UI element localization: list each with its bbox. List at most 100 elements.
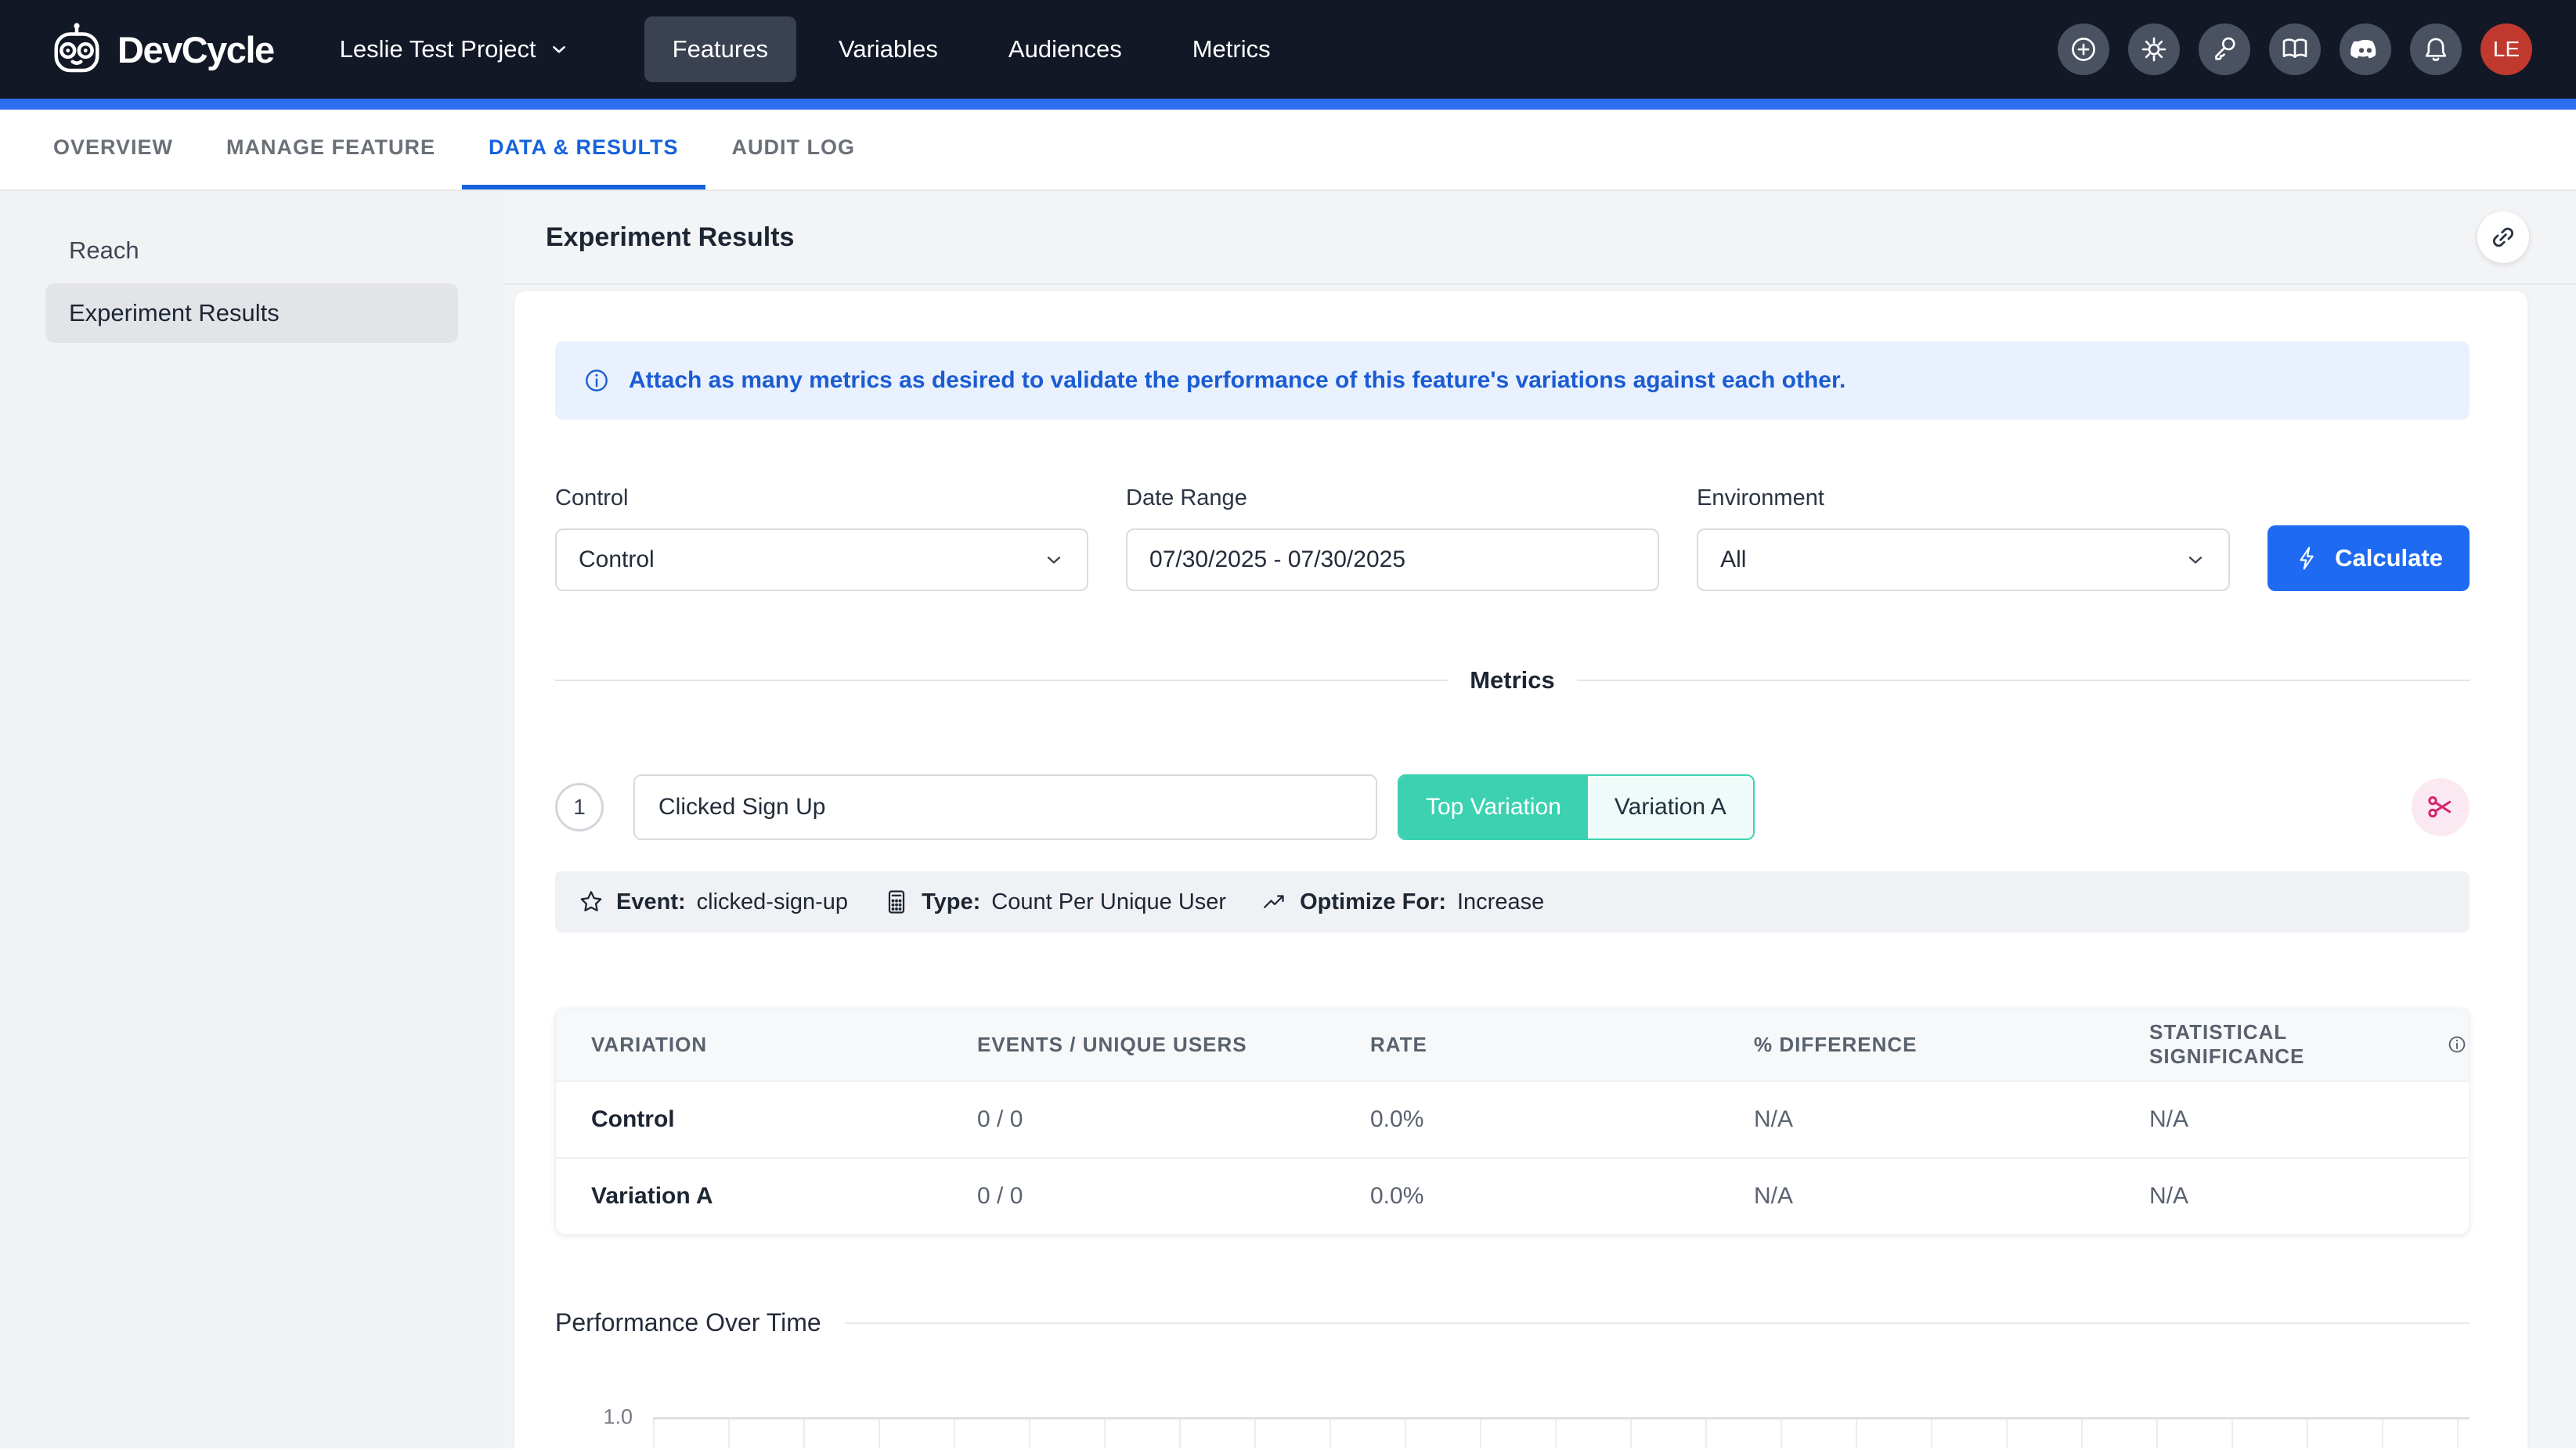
results-sidebar: Reach Experiment Results [0,191,503,1448]
info-banner: Attach as many metrics as desired to val… [555,341,2470,420]
calculate-button-label: Calculate [2335,544,2443,572]
devcycle-robot-icon [49,21,105,78]
col-variation: VARIATION [591,1033,977,1057]
nav-item-variables[interactable]: Variables [810,16,966,82]
tab-audit-log[interactable]: AUDIT LOG [705,110,882,189]
tab-data-results[interactable]: DATA & RESULTS [462,110,705,189]
environment-select-value: All [1720,546,1746,573]
divider-line [845,1322,2470,1324]
project-selector-label: Leslie Test Project [340,35,536,63]
lightning-icon [2294,545,2321,572]
optimize-value: Increase [1457,889,1544,915]
row-variation-name: Variation A [591,1183,977,1210]
table-header-row: VARIATION EVENTS / UNIQUE USERS RATE % D… [556,1008,2469,1080]
table-row: Control 0 / 0 0.0% N/A N/A [556,1080,2469,1157]
type-group: Type: Count Per Unique User [882,888,1226,916]
link-icon [2488,222,2519,253]
docs-button[interactable] [2269,23,2321,75]
toggle-top-variation[interactable]: Top Variation [1399,776,1588,839]
metrics-divider: Metrics [555,666,2470,694]
navbar-actions: LE [2058,23,2532,75]
date-range-input[interactable] [1126,528,1659,591]
row-significance: N/A [2149,1183,2469,1210]
accent-bar [0,99,2576,110]
content-area: Reach Experiment Results Experiment Resu… [0,191,2576,1448]
metrics-divider-label: Metrics [1470,666,1555,694]
api-keys-button[interactable] [2199,23,2250,75]
devcycle-logo[interactable]: DevCycle [49,21,274,78]
variation-toggle: Top Variation Variation A [1398,774,1755,840]
notifications-button[interactable] [2410,23,2462,75]
nav-item-audiences[interactable]: Audiences [980,16,1150,82]
row-events: 0 / 0 [977,1183,1370,1210]
scissors-icon [2425,792,2456,823]
event-value: clicked-sign-up [697,889,848,915]
settings-button[interactable] [2128,23,2180,75]
info-icon[interactable] [2445,1033,2469,1056]
results-table: VARIATION EVENTS / UNIQUE USERS RATE % D… [555,1008,2470,1235]
metric-index-badge: 1 [555,783,604,831]
key-icon [2208,33,2241,66]
nav-item-metrics[interactable]: Metrics [1164,16,1299,82]
date-range-field: Date Range [1126,485,1659,591]
chevron-down-icon [1043,549,1065,571]
metric-detail-bar: Event: clicked-sign-up Type: Count Per U… [555,871,2470,932]
row-rate: 0.0% [1370,1106,1754,1133]
event-label: Event: [616,889,686,915]
control-select[interactable]: Control [555,528,1088,591]
control-field: Control Control [555,485,1088,591]
col-percent-difference: % DIFFERENCE [1754,1033,2149,1057]
row-events: 0 / 0 [977,1106,1370,1133]
calculate-button[interactable]: Calculate [2268,525,2470,591]
table-row: Variation A 0 / 0 0.0% N/A N/A [556,1157,2469,1234]
tab-overview[interactable]: OVERVIEW [27,110,200,189]
discord-icon [2348,32,2383,67]
type-label: Type: [922,889,980,915]
top-navbar: DevCycle Leslie Test Project Features Va… [0,0,2576,99]
row-rate: 0.0% [1370,1183,1754,1210]
avatar[interactable]: LE [2480,23,2532,75]
environment-select[interactable]: All [1697,528,2230,591]
gear-icon [2138,33,2170,66]
gridline-1-0 [653,1417,2470,1419]
main-header: Experiment Results [503,191,2576,285]
detach-metric-button[interactable] [2412,778,2470,836]
performance-chart: 1.0 0.9 [555,1417,2470,1448]
y-tick-1-0: 1.0 [567,1405,633,1430]
main-panel: Experiment Results Attach a [503,191,2576,1448]
chevron-down-icon [2185,549,2206,571]
star-icon [577,888,605,916]
discord-button[interactable] [2340,23,2391,75]
feature-tabbar: OVERVIEW MANAGE FEATURE DATA & RESULTS A… [0,110,2576,191]
row-variation-name: Control [591,1106,977,1133]
col-statistical-significance-label: STATISTICAL SIGNIFICANCE [2149,1020,2434,1069]
sidebar-item-reach[interactable]: Reach [45,221,458,280]
metric-name-input[interactable] [633,774,1377,840]
event-group: Event: clicked-sign-up [577,888,848,916]
toggle-variation-a[interactable]: Variation A [1588,776,1753,839]
type-value: Count Per Unique User [991,889,1226,915]
primary-nav: Features Variables Audiences Metrics [644,16,1299,82]
bell-icon [2419,33,2452,66]
environment-label: Environment [1697,485,2230,511]
trend-up-icon [1261,888,1289,916]
sidebar-item-experiment-results[interactable]: Experiment Results [45,283,458,343]
environment-field: Environment All [1697,485,2230,591]
copy-link-button[interactable] [2477,211,2529,263]
add-button[interactable] [2058,23,2109,75]
chevron-down-icon [549,39,569,60]
tab-manage-feature[interactable]: MANAGE FEATURE [200,110,462,189]
filters-row: Control Control Date Range Environment [555,485,2470,591]
col-statistical-significance: STATISTICAL SIGNIFICANCE [2149,1020,2469,1069]
add-icon [2067,33,2100,66]
nav-item-features[interactable]: Features [644,16,796,82]
col-events-unique-users: EVENTS / UNIQUE USERS [977,1033,1370,1057]
calculator-icon [882,888,911,916]
divider-line [1577,680,2470,681]
project-selector[interactable]: Leslie Test Project [340,35,569,63]
row-difference: N/A [1754,1106,2149,1133]
metric-row: 1 Top Variation Variation A [555,774,2470,840]
page-title: Experiment Results [546,222,794,253]
divider-line [555,680,1448,681]
optimize-group: Optimize For: Increase [1261,888,1544,916]
